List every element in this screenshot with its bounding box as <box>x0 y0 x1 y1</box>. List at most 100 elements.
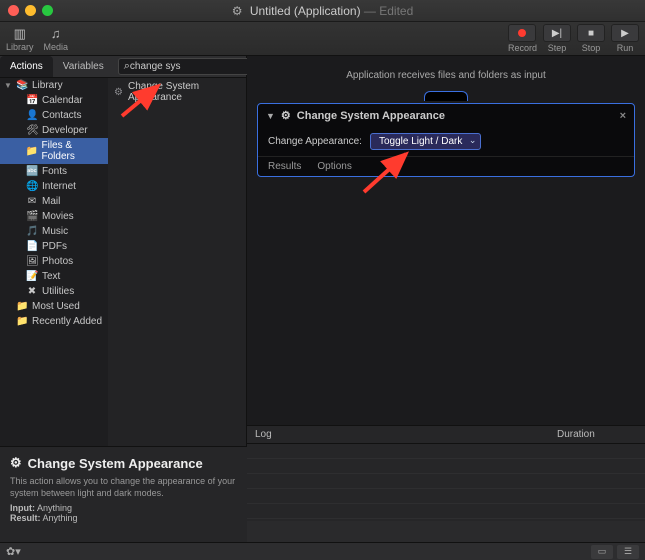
library-toolbar-item[interactable]: ▥ Library <box>6 26 34 52</box>
action-change-system-appearance[interactable]: ▼ ⚙︎ Change System Appearance × Change A… <box>257 103 635 177</box>
sidebar-item-label: PDFs <box>42 241 67 252</box>
folder-icon: 👤 <box>26 110 38 121</box>
folder-icon: 🛠 <box>26 125 38 136</box>
sidebar-item-label: Movies <box>42 211 74 222</box>
folder-icon: 📅 <box>26 95 38 106</box>
log-panel: Log Duration <box>247 425 645 521</box>
log-column-header: Log <box>255 429 557 440</box>
tab-actions[interactable]: Actions <box>0 56 53 77</box>
sidebar-item-label: Developer <box>42 125 88 136</box>
folder-icon: 📄 <box>26 241 38 252</box>
folder-icon: 🖼 <box>26 256 38 267</box>
appearance-dropdown[interactable]: Toggle Light / Dark <box>370 133 481 150</box>
step-button[interactable]: ▶| Step <box>543 24 571 53</box>
sidebar-item-calendar[interactable]: 📅 Calendar <box>0 93 108 108</box>
sidebar-item-files-folders[interactable]: 📁 Files & Folders <box>0 138 108 164</box>
desc-body: This action allows you to change the app… <box>10 476 237 499</box>
sidebar-item-label: Internet <box>42 181 76 192</box>
close-button[interactable] <box>8 5 19 16</box>
folder-icon: 🌐 <box>26 181 38 192</box>
sidebar-item-label: Photos <box>42 256 73 267</box>
desc-input-val: Anything <box>37 503 72 513</box>
footer-bar: ✿▾ ▭ ☰ <box>0 542 645 560</box>
disclosure-triangle-icon[interactable]: ▼ <box>266 111 275 121</box>
remove-action-button[interactable]: × <box>620 110 626 122</box>
folder-icon: 🎬 <box>26 211 38 222</box>
record-button[interactable]: Record <box>508 24 537 53</box>
library-label: Library <box>6 42 34 52</box>
sidebar-item-internet[interactable]: 🌐 Internet <box>0 179 108 194</box>
stop-label: Stop <box>582 43 601 53</box>
action-tab-options[interactable]: Options <box>317 161 351 172</box>
zoom-button[interactable] <box>42 5 53 16</box>
description-panel: ⚙︎ Change System Appearance This action a… <box>0 446 247 542</box>
action-gear-icon: ⚙︎ <box>281 109 291 122</box>
sidebar-item-utilities[interactable]: ✖ Utilities <box>0 284 108 299</box>
action-tab-results[interactable]: Results <box>268 161 301 172</box>
sidebar-item-photos[interactable]: 🖼 Photos <box>0 254 108 269</box>
step-label: Step <box>548 43 567 53</box>
folder-icon: ✉ <box>26 196 38 207</box>
desc-input-key: Input: <box>10 503 35 513</box>
sidebar-item-movies[interactable]: 🎬 Movies <box>0 209 108 224</box>
result-change-system-appearance[interactable]: ⚙︎ Change System Appearance <box>108 78 246 106</box>
media-toolbar-item[interactable]: ♫ Media <box>44 26 69 52</box>
sidebar-item-pdfs[interactable]: 📄 PDFs <box>0 239 108 254</box>
run-label: Run <box>617 43 634 53</box>
sidebar-item-label: Text <box>42 271 60 282</box>
sidebar-item-label: Files & Folders <box>42 140 105 162</box>
media-label: Media <box>44 42 69 52</box>
library-icon: ▥ <box>9 26 31 42</box>
app-icon: ⚙︎ <box>232 4 243 18</box>
sidebar-item-label: Utilities <box>42 286 74 297</box>
sidebar-recently-added[interactable]: 📁Recently Added <box>0 314 108 329</box>
stop-button[interactable]: ■ Stop <box>577 24 605 53</box>
record-label: Record <box>508 43 537 53</box>
sidebar-item-label: Mail <box>42 196 60 207</box>
step-icon: ▶| <box>552 28 562 39</box>
folder-icon: ✖ <box>26 286 38 297</box>
sidebar-most-used[interactable]: 📁Most Used <box>0 299 108 314</box>
folder-icon: 📁 <box>26 146 38 157</box>
toolbar: ▥ Library ♫ Media Record ▶| Step ■ Stop ▶R… <box>0 22 645 56</box>
folder-icon: 🔤 <box>26 166 38 177</box>
minimize-button[interactable] <box>25 5 36 16</box>
search-input[interactable] <box>130 61 262 72</box>
sidebar-item-label: Contacts <box>42 110 81 121</box>
folder-icon: 📝 <box>26 271 38 282</box>
record-icon <box>518 29 526 37</box>
sidebar-item-label: Calendar <box>42 95 83 106</box>
title-text: Untitled (Application) <box>250 4 361 18</box>
stop-icon: ■ <box>588 28 594 39</box>
desc-title: Change System Appearance <box>28 456 203 471</box>
sidebar-item-mail[interactable]: ✉ Mail <box>0 194 108 209</box>
sidebar-item-label: Music <box>42 226 68 237</box>
param-label: Change Appearance: <box>268 136 362 147</box>
footer-view-2[interactable]: ☰ <box>617 545 639 559</box>
sidebar-item-contacts[interactable]: 👤 Contacts <box>0 108 108 123</box>
sidebar-root-library[interactable]: ▼📚Library <box>0 78 108 93</box>
log-rows <box>247 444 645 519</box>
footer-gear-icon[interactable]: ✿▾ <box>6 545 21 558</box>
media-icon: ♫ <box>45 26 67 42</box>
desc-result-val: Anything <box>43 513 78 523</box>
workflow-input-hint: Application receives files and folders a… <box>247 56 645 91</box>
sidebar-item-text[interactable]: 📝 Text <box>0 269 108 284</box>
sidebar-item-music[interactable]: 🎵 Music <box>0 224 108 239</box>
workflow-action-icon: ⚙︎ <box>114 87 123 98</box>
desc-result-key: Result: <box>10 513 41 523</box>
window-title: ⚙︎ Untitled (Application) — Edited <box>0 4 645 18</box>
action-title: Change System Appearance <box>297 110 445 122</box>
workflow-canvas[interactable]: Application receives files and folders a… <box>247 56 645 521</box>
action-connector <box>247 91 645 103</box>
footer-view-1[interactable]: ▭ <box>591 545 613 559</box>
run-button[interactable]: ▶Run <box>611 24 639 53</box>
traffic-lights <box>8 5 53 16</box>
titlebar: ⚙︎ Untitled (Application) — Edited <box>0 0 645 22</box>
result-label: Change System Appearance <box>128 81 240 103</box>
sidebar-item-fonts[interactable]: 🔤Fonts <box>0 164 108 179</box>
sidebar-item-developer[interactable]: 🛠 Developer <box>0 123 108 138</box>
folder-icon: 🎵 <box>26 226 38 237</box>
desc-gear-icon: ⚙︎ <box>10 455 22 471</box>
tab-variables[interactable]: Variables <box>53 56 114 77</box>
